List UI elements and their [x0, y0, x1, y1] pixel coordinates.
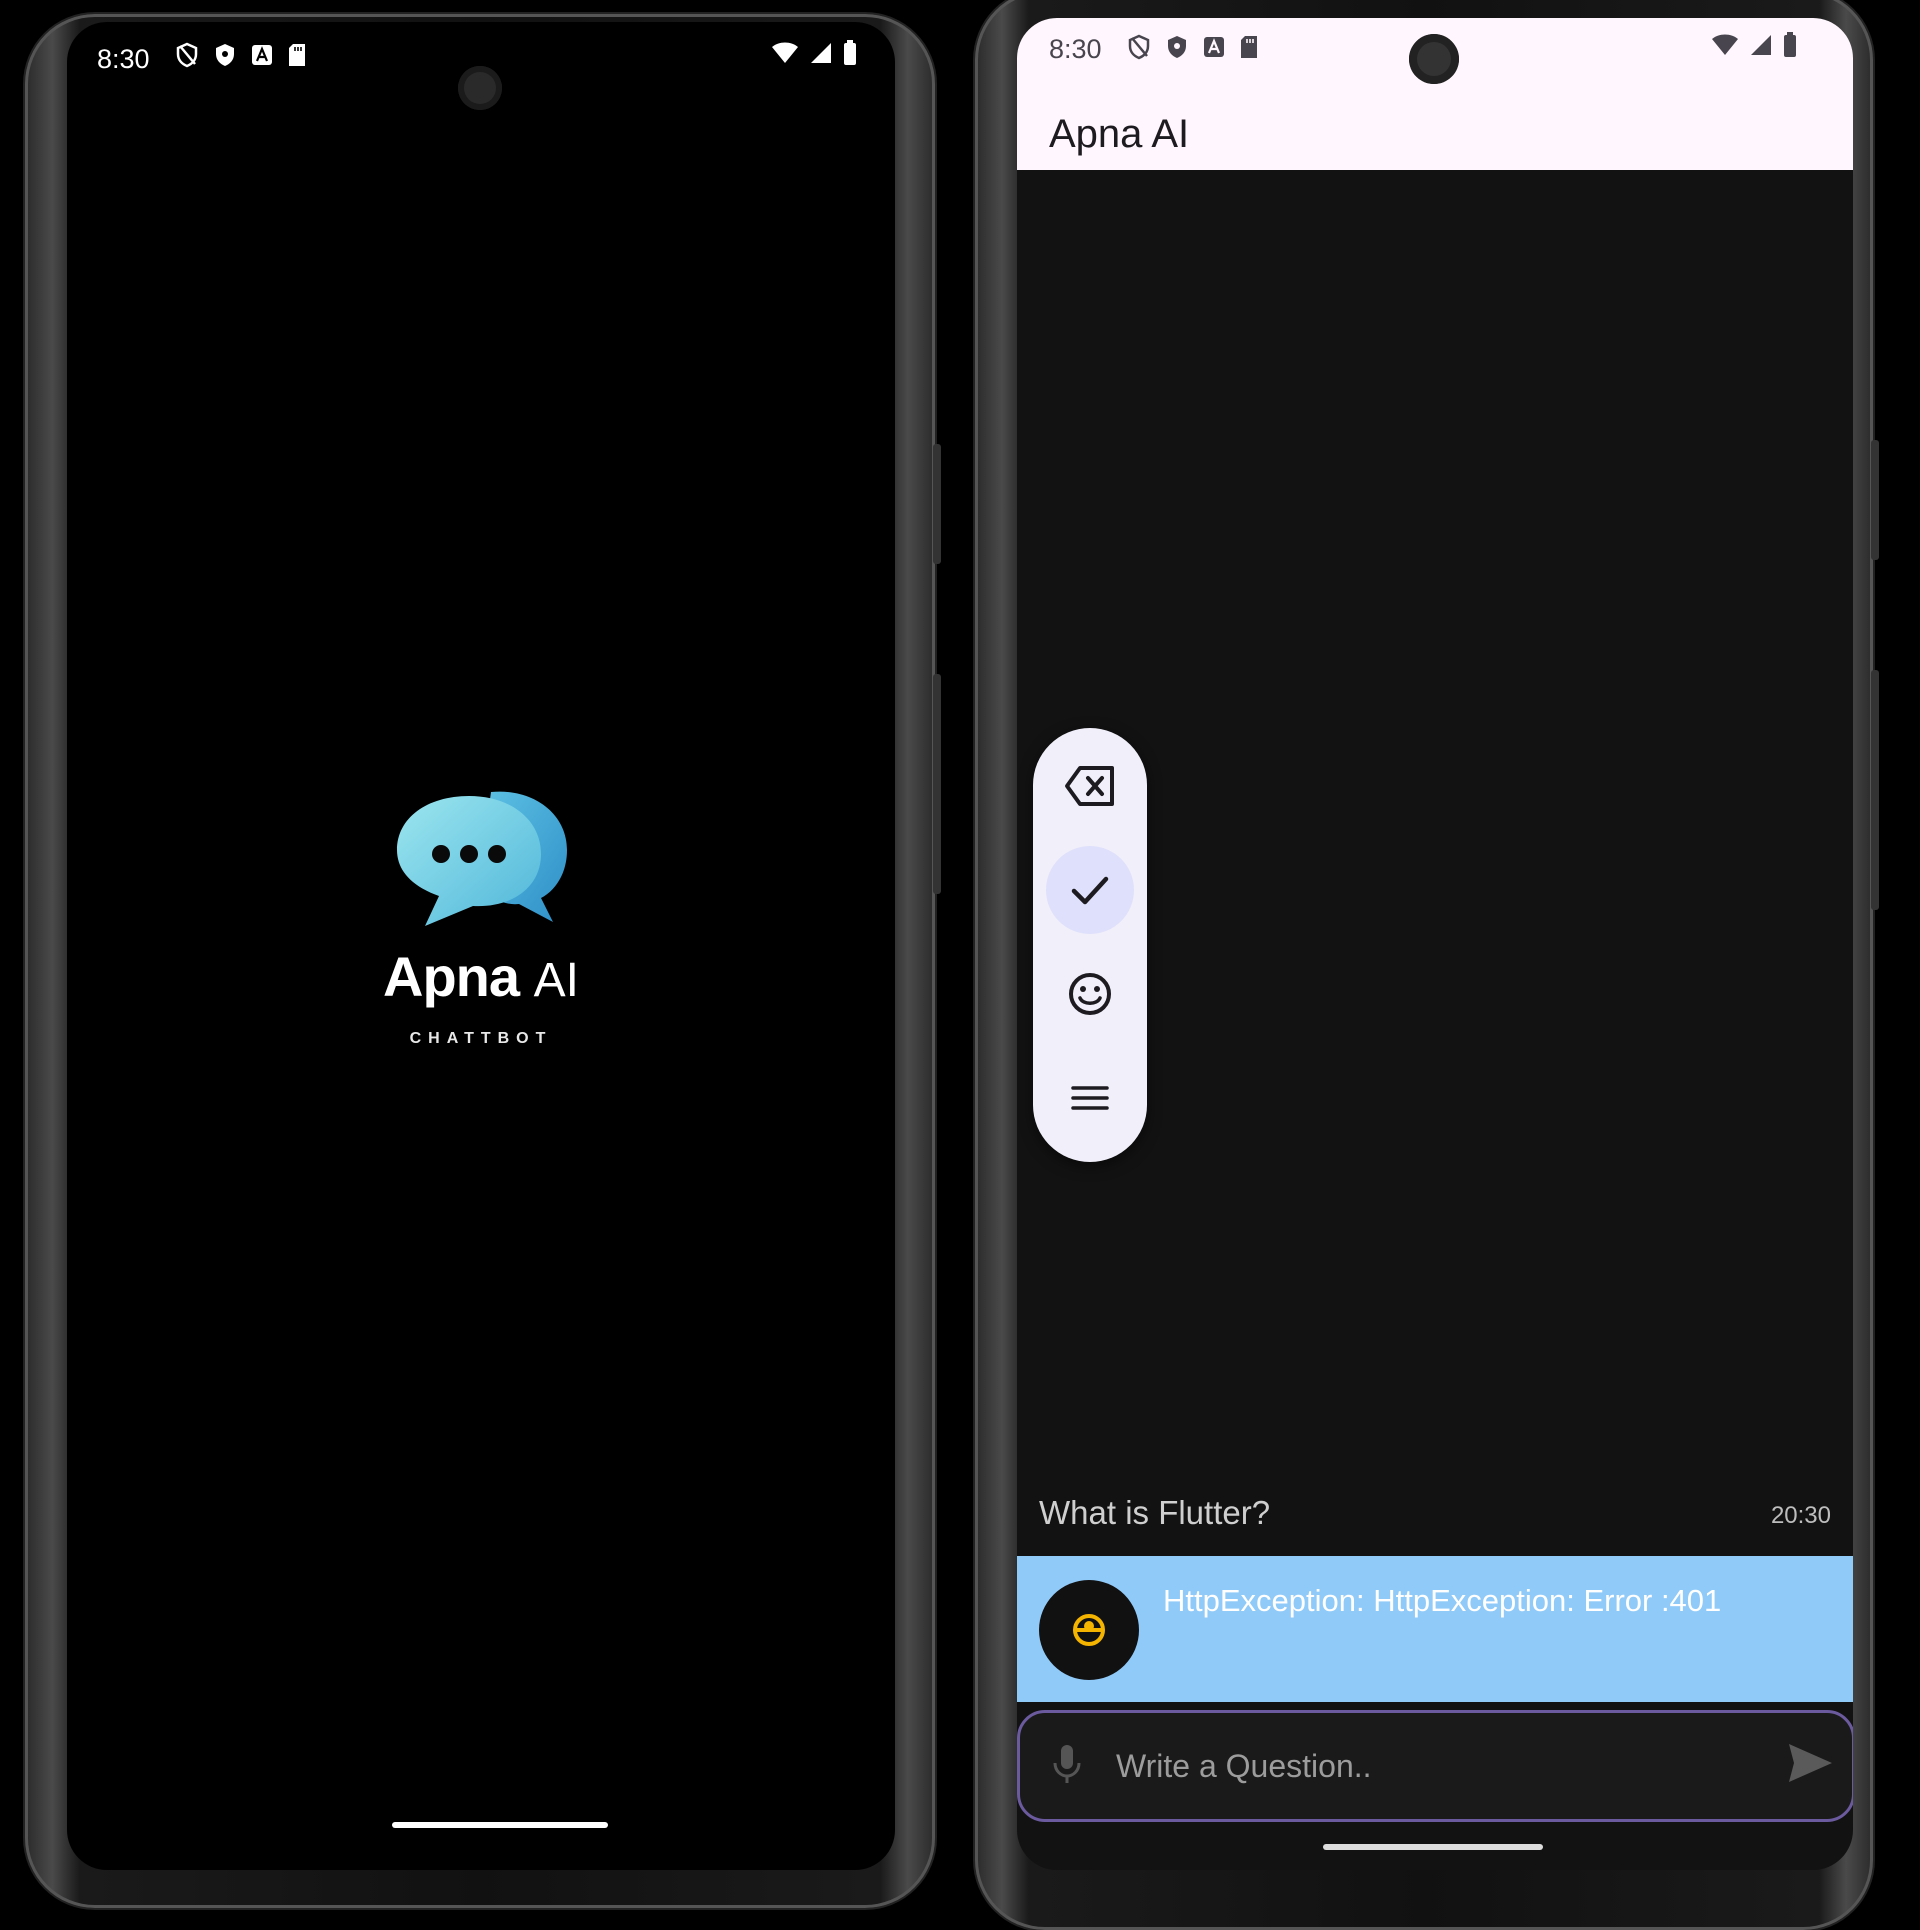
- menu-icon: [1071, 1086, 1109, 1110]
- status-system-icons: [1711, 32, 1797, 58]
- volume-button: [933, 444, 941, 564]
- user-message: What is Flutter?: [1039, 1494, 1271, 1531]
- status-time: 8:30: [1049, 34, 1102, 64]
- shield-icon: [1168, 36, 1186, 58]
- shield-off-icon: [176, 42, 198, 68]
- sd-card-icon: [1241, 36, 1257, 58]
- phone-right-frame: 8:30 Apna AI What is Flutter? 20:30 Http…: [975, 0, 1879, 1930]
- mic-icon: [1053, 1745, 1081, 1783]
- splash-screen: 8:30 Apna AI CHATTBOT: [67, 22, 895, 1870]
- front-camera: [1409, 34, 1459, 84]
- home-indicator[interactable]: [1323, 1844, 1543, 1850]
- backspace-button[interactable]: [1046, 742, 1134, 830]
- mic-button[interactable]: [1050, 1743, 1084, 1792]
- message-input-box: [1017, 1710, 1853, 1822]
- app-logo: Apna AI CHATTBOT: [67, 784, 895, 1047]
- battery-icon: [1784, 32, 1796, 57]
- app-title: Apna AI: [1049, 112, 1190, 156]
- bot-message-bubble: HttpException: HttpException: Error :401: [1017, 1556, 1853, 1702]
- phone-left-frame: 8:30 Apna AI CHATTBOT: [25, 14, 941, 1908]
- chat-screen: 8:30 Apna AI What is Flutter? 20:30 Http…: [1017, 18, 1853, 1870]
- sd-card-icon: [289, 44, 305, 66]
- wifi-icon: [772, 42, 798, 63]
- font-icon: [1204, 37, 1224, 57]
- check-button[interactable]: [1046, 846, 1134, 934]
- bot-avatar: [1039, 1580, 1139, 1680]
- battery-icon: [844, 40, 856, 65]
- logo-wordmark: Apna AI: [67, 944, 895, 1009]
- send-icon: [1789, 1744, 1832, 1782]
- shield-icon: [216, 44, 234, 66]
- bot-message-text: HttpException: HttpException: Error :401: [1163, 1583, 1722, 1618]
- status-time: 8:30: [97, 44, 150, 74]
- power-button: [1871, 670, 1879, 910]
- emoji-button[interactable]: [1046, 950, 1134, 1038]
- floating-toolbar: [1033, 728, 1147, 1162]
- home-indicator[interactable]: [392, 1822, 608, 1828]
- check-icon: [1071, 876, 1109, 905]
- volume-button: [1871, 440, 1879, 560]
- status-notification-icons: [1127, 34, 1259, 60]
- app-bar: 8:30 Apna AI: [1017, 18, 1853, 170]
- chat-bubbles-icon: [397, 791, 567, 926]
- message-timestamp: 20:30: [1770, 1502, 1831, 1529]
- wifi-icon: [1712, 34, 1738, 55]
- signal-icon: [1751, 35, 1771, 55]
- backspace-icon: [1065, 766, 1114, 806]
- menu-button[interactable]: [1046, 1054, 1134, 1142]
- shield-off-icon: [1128, 34, 1150, 60]
- status-notification-icons: [175, 42, 307, 68]
- question-input[interactable]: [1114, 1735, 1738, 1797]
- signal-icon: [811, 43, 831, 63]
- front-camera: [458, 66, 502, 110]
- emoji-icon: [1069, 973, 1111, 1015]
- logo-word: Apna: [383, 945, 520, 1008]
- font-icon: [252, 45, 272, 65]
- power-button: [933, 674, 941, 894]
- logo-tagline: CHATTBOT: [409, 1030, 553, 1047]
- logo-ai: AI: [533, 954, 579, 1007]
- bot-icon: [1073, 1614, 1105, 1646]
- send-button[interactable]: [1786, 1741, 1834, 1790]
- status-system-icons: [771, 40, 857, 66]
